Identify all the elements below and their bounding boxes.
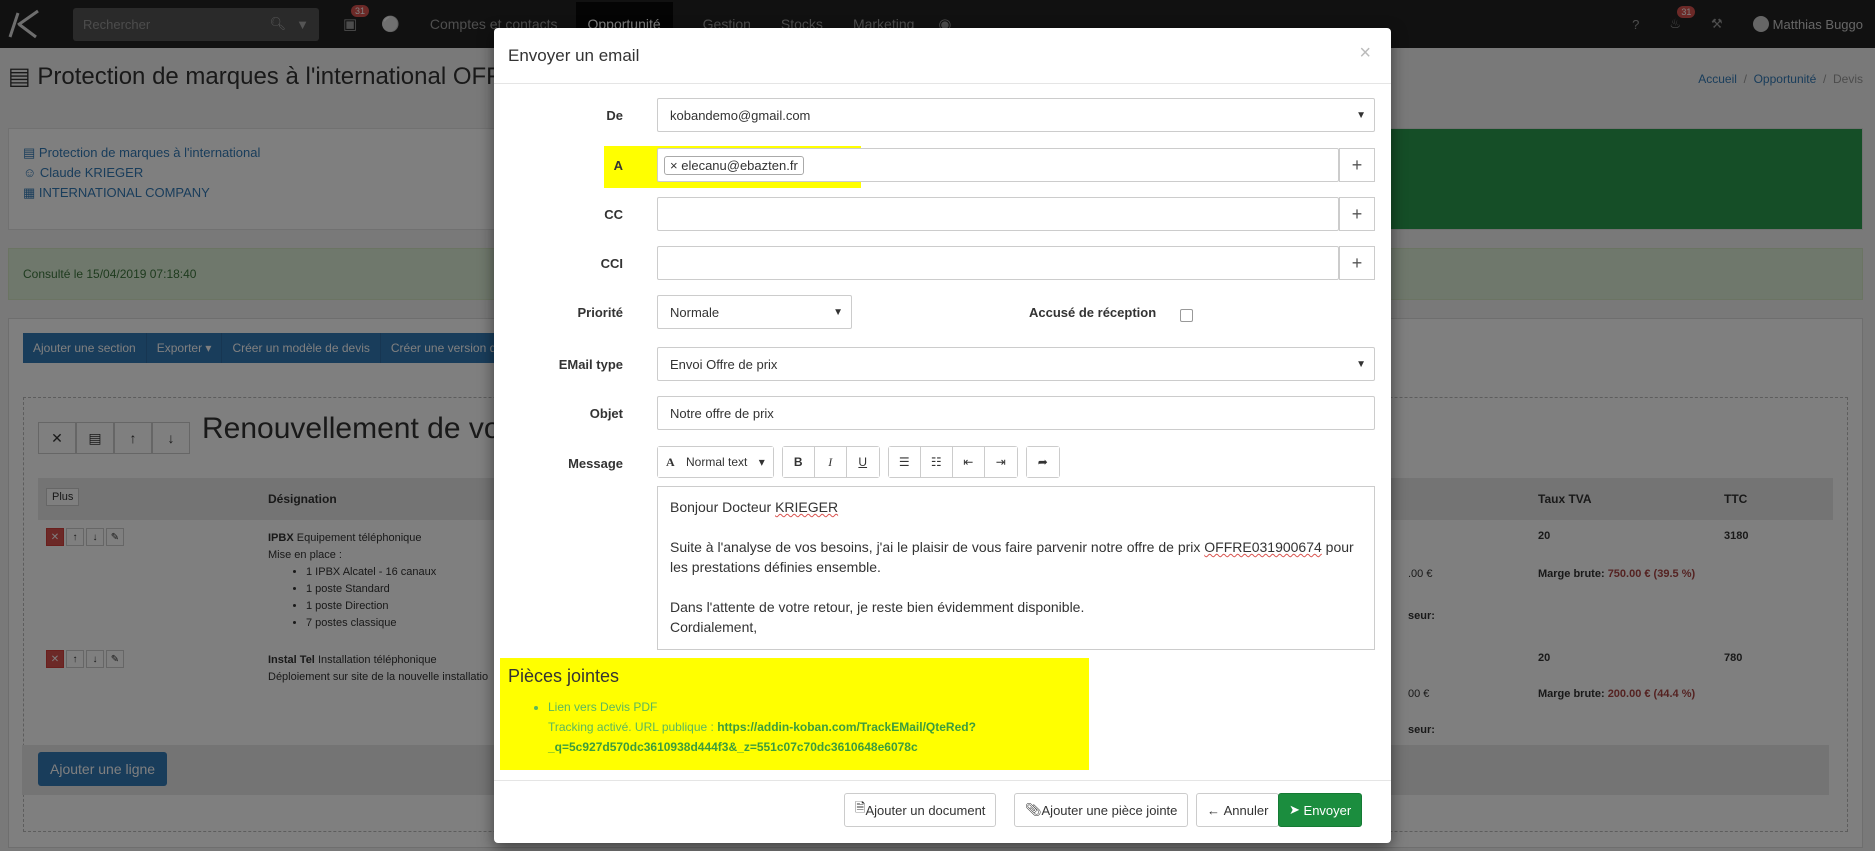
bullet-list-icon[interactable]: ☰: [888, 447, 921, 477]
pdf-link[interactable]: Lien vers Devis PDF: [548, 700, 657, 714]
add-cc-button[interactable]: +: [1339, 197, 1375, 231]
bcc-label: CCI: [600, 256, 623, 271]
modal-header: Envoyer un email ×: [494, 28, 1391, 84]
modal-footer: 🗎︎ Ajouter un document 📎︎ Ajouter une pièc…: [494, 780, 1391, 843]
recipient-tag[interactable]: × elecanu@ebazten.fr: [664, 155, 804, 175]
caret-down-icon: ▼: [833, 306, 843, 318]
indent-icon[interactable]: ⇥: [984, 447, 1017, 477]
add-attachment-button[interactable]: 📎︎ Ajouter une pièce jointe: [1014, 793, 1189, 827]
send-button[interactable]: ➤ Envoyer: [1278, 793, 1363, 827]
message-editor[interactable]: Bonjour Docteur KRIEGER Suite à l'analys…: [657, 486, 1375, 650]
cc-label: CC: [604, 207, 623, 222]
document-icon: 🗎︎: [855, 800, 866, 815]
receipt-checkbox[interactable]: [1180, 309, 1193, 322]
outdent-icon[interactable]: ⇤: [952, 447, 985, 477]
attachments-title: Pièces jointes: [508, 666, 620, 686]
bcc-input[interactable]: [657, 246, 1339, 280]
cc-input[interactable]: [657, 197, 1339, 231]
subject-label: Objet: [589, 406, 623, 421]
modal-title: Envoyer un email: [508, 46, 640, 65]
receipt-label: Accusé de réception: [1029, 305, 1157, 320]
email-type-value: Envoi Offre de prix: [670, 356, 778, 372]
send-icon: ➤: [1289, 802, 1300, 817]
to-label: A: [613, 158, 623, 173]
from-label: De: [606, 108, 623, 123]
priority-label: Priorité: [577, 305, 623, 320]
caret-down-icon: ▼: [1356, 109, 1366, 121]
priority-select[interactable]: Normale ▼: [657, 295, 852, 329]
subject-value: Notre offre de prix: [670, 405, 774, 421]
add-document-button[interactable]: 🗎︎ Ajouter un document: [844, 793, 997, 827]
send-email-modal: Envoyer un email × De kobandemo@gmail.co…: [494, 28, 1391, 843]
subject-input[interactable]: Notre offre de prix: [657, 396, 1375, 430]
editor-toolbar: A Normal text ▾ B I U ☰ ☷ ⇤ ⇥ ➦: [657, 446, 1068, 478]
italic-icon[interactable]: I: [814, 447, 847, 477]
paperclip-icon: 📎︎: [1025, 802, 1042, 817]
numbered-list-icon[interactable]: ☷: [920, 447, 953, 477]
tracking-text: Tracking activé. URL publique : https://…: [548, 720, 976, 754]
underline-icon[interactable]: U: [846, 447, 879, 477]
priority-value: Normale: [670, 304, 720, 320]
close-icon[interactable]: ×: [1359, 42, 1371, 65]
cancel-button[interactable]: ← Annuler: [1196, 793, 1280, 827]
email-type-label: EMail type: [558, 357, 623, 372]
add-to-button[interactable]: +: [1339, 148, 1375, 182]
arrow-left-icon: ←: [1207, 802, 1220, 818]
email-type-select[interactable]: Envoi Offre de prix ▼: [657, 347, 1375, 381]
add-bcc-button[interactable]: +: [1339, 246, 1375, 280]
to-input[interactable]: × elecanu@ebazten.fr: [657, 148, 1339, 182]
remove-tag-icon[interactable]: ×: [670, 158, 678, 173]
from-select[interactable]: kobandemo@gmail.com ▼: [657, 98, 1375, 132]
attachments-section: Pièces jointes Lien vers Devis PDF Track…: [500, 658, 1089, 770]
from-value: kobandemo@gmail.com: [670, 107, 811, 123]
message-label: Message: [568, 456, 623, 471]
tracking-url[interactable]: https://addin-koban.com/TrackEMail/QteRe…: [717, 720, 976, 734]
caret-down-icon: ▼: [1356, 358, 1366, 370]
redo-icon[interactable]: ➦: [1026, 447, 1059, 477]
bold-icon[interactable]: B: [782, 447, 815, 477]
text-style-dropdown[interactable]: A Normal text ▾: [658, 447, 773, 477]
